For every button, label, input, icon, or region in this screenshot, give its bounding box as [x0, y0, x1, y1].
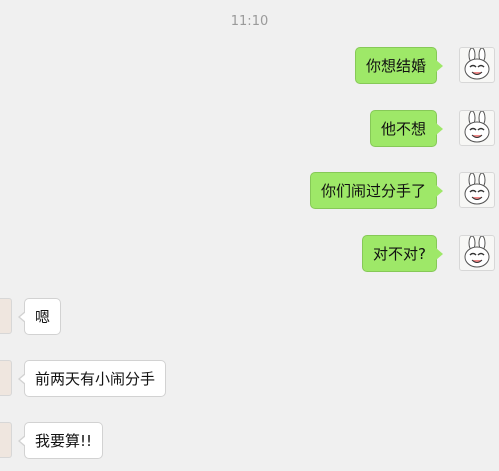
contact-avatar-icon[interactable] — [0, 360, 12, 396]
received-message-bubble[interactable]: 前两天有小闹分手 — [17, 360, 167, 397]
rabbit-avatar-icon[interactable] — [459, 110, 495, 146]
rabbit-avatar-icon[interactable] — [459, 235, 495, 271]
message-row: 我要算!! — [0, 420, 499, 462]
sent-message-bubble[interactable]: 对不对? — [362, 235, 443, 272]
message-row: 前两天有小闹分手 — [0, 358, 499, 400]
message-timestamp: 11:10 — [230, 14, 269, 29]
rabbit-avatar-icon[interactable] — [459, 172, 495, 208]
message-row: 你想结婚 — [0, 45, 499, 87]
received-message-bubble[interactable]: 嗯 — [17, 298, 62, 335]
received-message-bubble[interactable]: 我要算!! — [17, 422, 104, 459]
sent-message-bubble[interactable]: 他不想 — [369, 110, 444, 147]
message-row: 他不想 — [0, 108, 499, 150]
message-row: 你们闹过分手了 — [0, 170, 499, 212]
sent-message-bubble[interactable]: 你想结婚 — [354, 47, 444, 84]
sent-message-bubble[interactable]: 你们闹过分手了 — [309, 172, 444, 209]
message-row: 嗯 — [0, 296, 499, 338]
rabbit-avatar-icon[interactable] — [459, 47, 495, 83]
contact-avatar-icon[interactable] — [0, 298, 12, 334]
contact-avatar-icon[interactable] — [0, 422, 12, 458]
message-row: 对不对? — [0, 233, 499, 275]
